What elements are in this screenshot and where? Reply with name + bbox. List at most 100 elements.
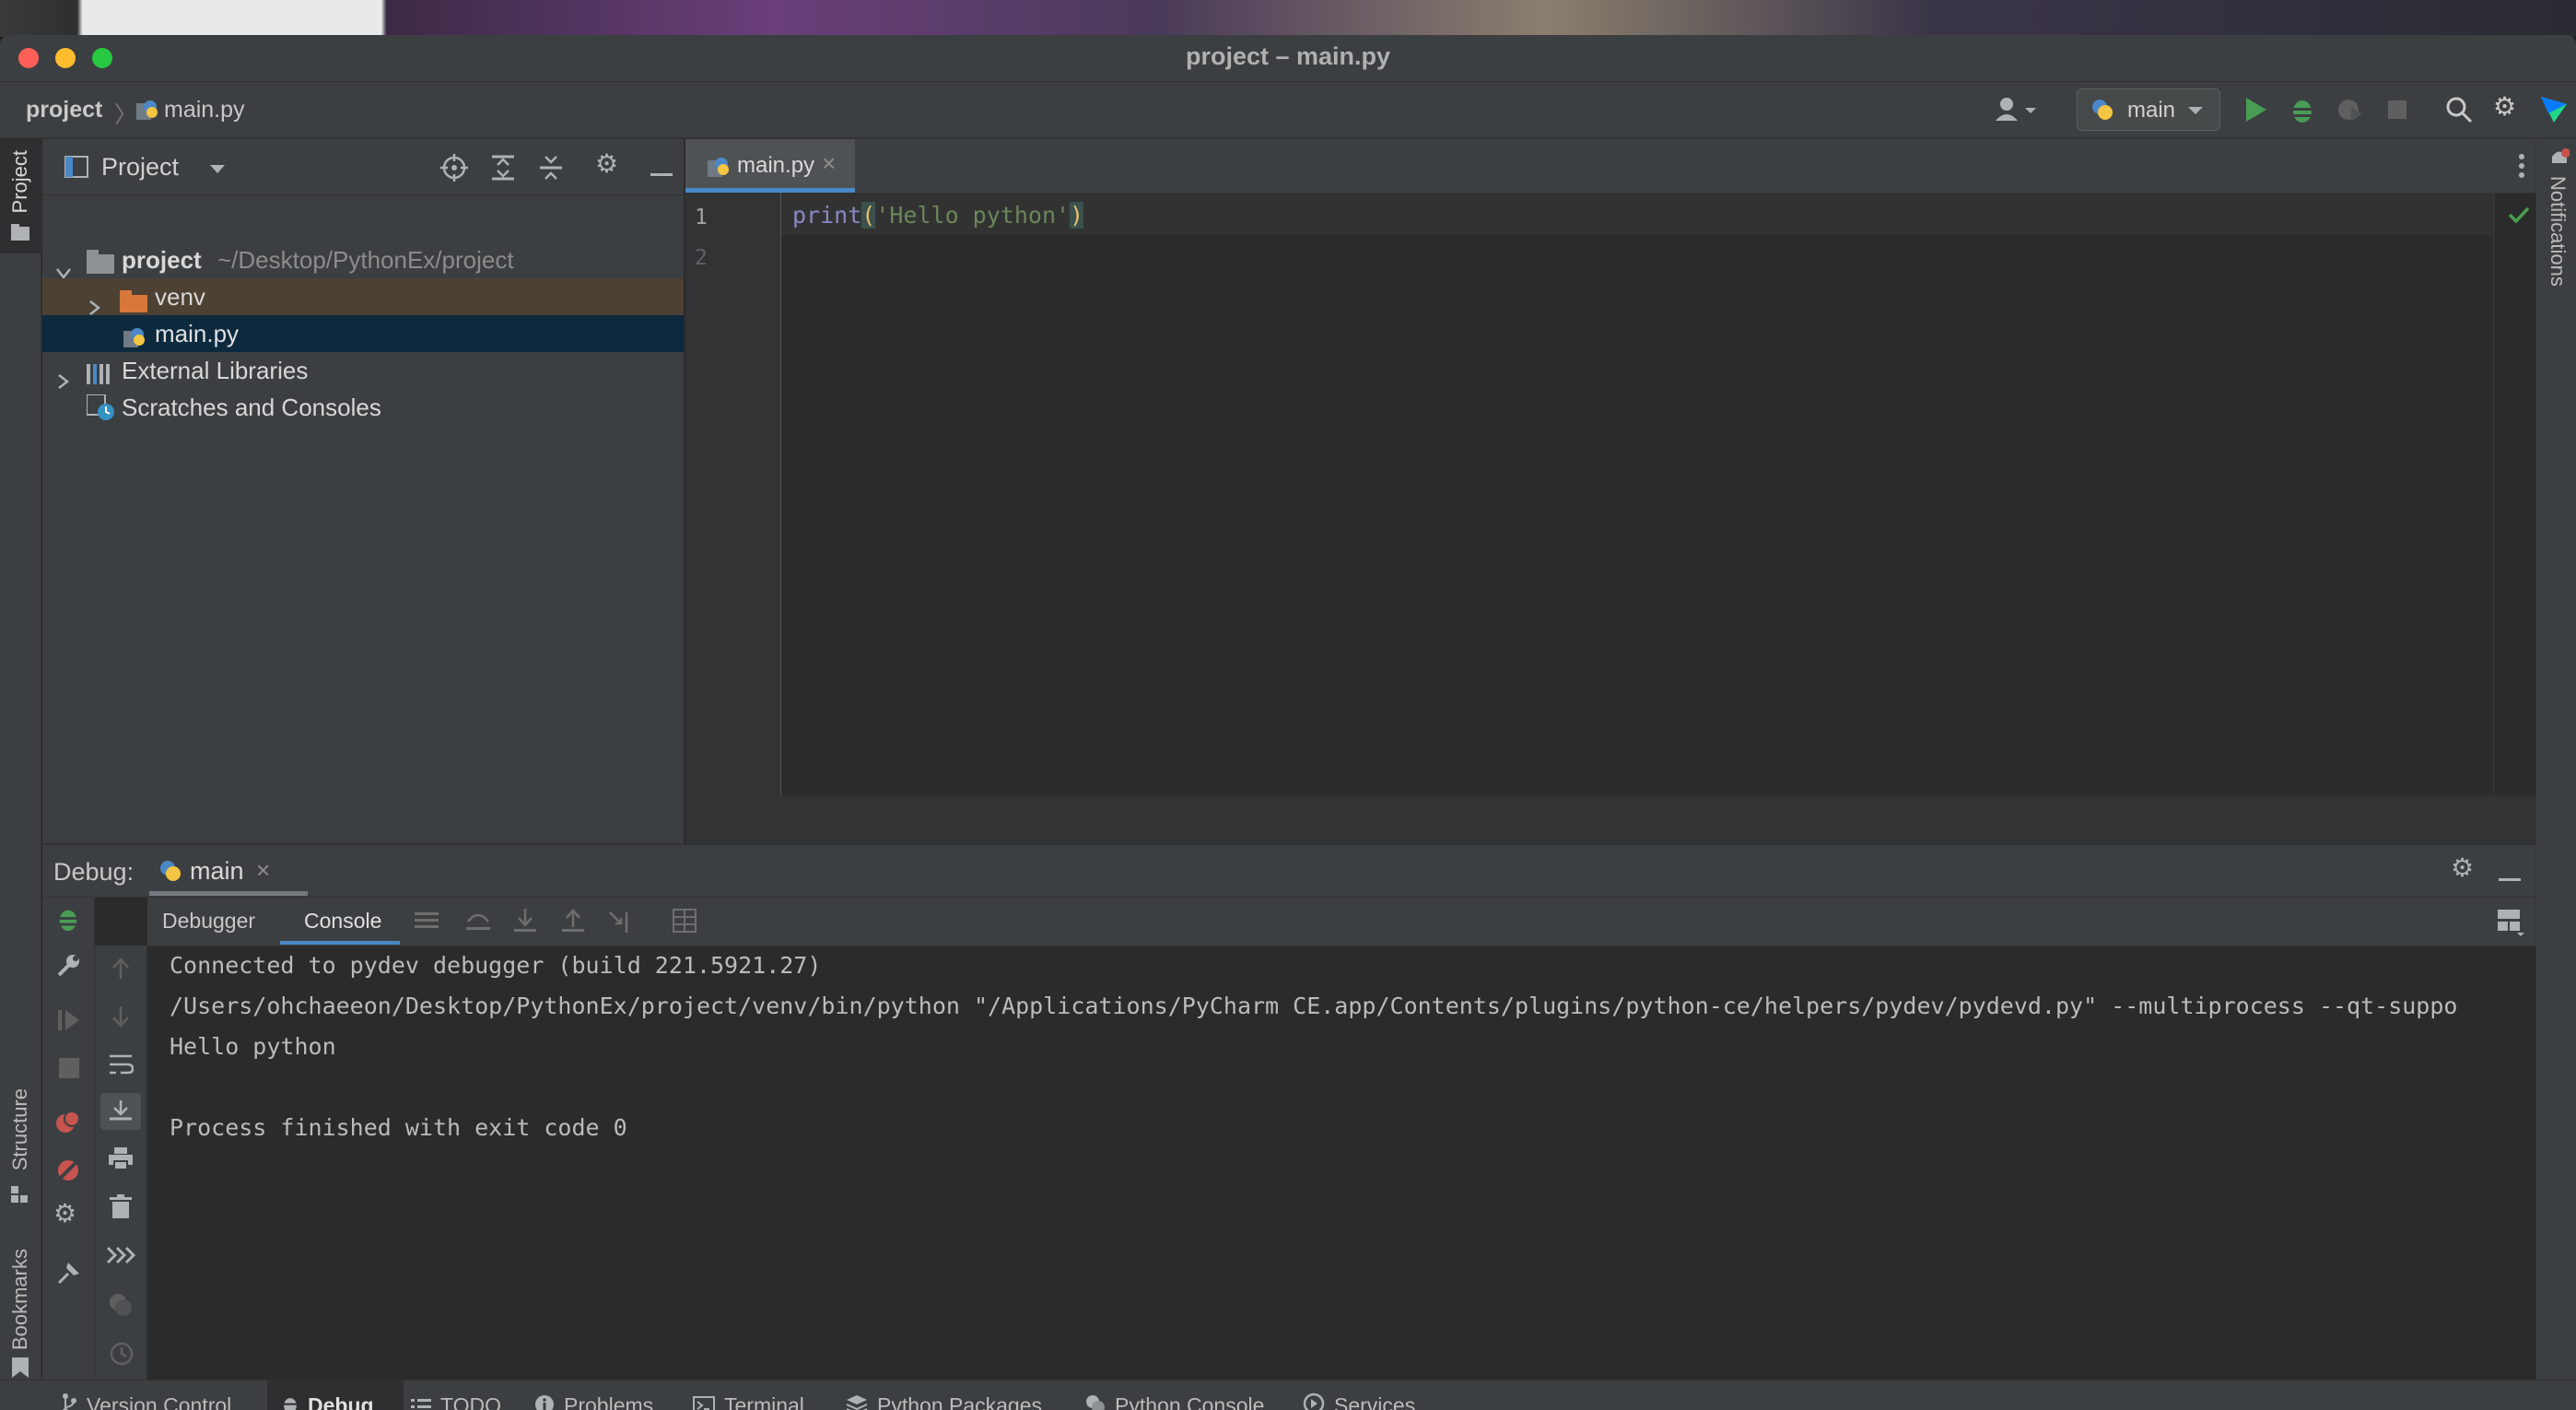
tree-item-project-root[interactable]: project ~/Desktop/PythonEx/project bbox=[42, 241, 684, 280]
list-icon bbox=[411, 1382, 431, 1410]
line-number-gutter: 1 2 bbox=[685, 193, 781, 795]
run-to-cursor-icon[interactable] bbox=[608, 909, 636, 939]
tab-console[interactable]: Console bbox=[280, 898, 400, 946]
python-console-icon[interactable] bbox=[108, 1292, 134, 1322]
debug-actions-column: ⚙ bbox=[42, 898, 95, 1381]
checkmark-icon[interactable] bbox=[2508, 206, 2530, 229]
gear-icon[interactable]: ⚙ bbox=[595, 148, 618, 179]
debug-bug-icon[interactable] bbox=[55, 905, 81, 937]
bookmark-icon bbox=[12, 1357, 29, 1382]
left-tool-stripe: Project Structure Bookmarks bbox=[0, 139, 41, 1380]
bottom-tab-label: Problems bbox=[564, 1393, 654, 1410]
notifications-tool-label: Notifications bbox=[2547, 176, 2570, 287]
step-over-icon[interactable] bbox=[464, 909, 492, 937]
evaluate-expression-icon[interactable] bbox=[673, 909, 697, 937]
debug-bug-icon[interactable] bbox=[2289, 95, 2316, 129]
code-line-1[interactable]: print('Hello python') bbox=[792, 202, 1084, 229]
right-margin-line bbox=[2493, 193, 2494, 795]
tab-debugger[interactable]: Debugger bbox=[162, 909, 255, 934]
console-output[interactable]: Connected to pydev debugger (build 221.5… bbox=[170, 946, 2528, 1379]
expand-all-icon[interactable] bbox=[490, 154, 516, 186]
scroll-to-end-button[interactable] bbox=[100, 1093, 141, 1130]
stop-icon[interactable] bbox=[2386, 99, 2408, 125]
collapse-all-icon[interactable] bbox=[538, 154, 564, 186]
tree-item-scratches[interactable]: Scratches and Consoles bbox=[42, 389, 684, 426]
soft-wrap-icon[interactable] bbox=[108, 1052, 135, 1081]
tree-item-main-py[interactable]: main.py bbox=[42, 315, 684, 352]
bottom-tab-terminal[interactable]: Terminal bbox=[693, 1381, 804, 1410]
bottom-tab-debug[interactable]: Debug bbox=[267, 1381, 404, 1410]
bottom-tab-services[interactable]: Services bbox=[1303, 1381, 1415, 1410]
project-tool-tab[interactable]: Project bbox=[0, 139, 41, 253]
scroll-to-end-icon bbox=[108, 1099, 134, 1129]
view-breakpoints-icon[interactable] bbox=[55, 1110, 81, 1140]
trash-icon[interactable] bbox=[110, 1194, 132, 1223]
breadcrumb-project[interactable]: project bbox=[26, 97, 102, 123]
debug-bug-icon bbox=[280, 1382, 300, 1410]
bottom-tab-label: Debug bbox=[308, 1393, 374, 1410]
mute-breakpoints-icon[interactable] bbox=[55, 1157, 81, 1188]
console-line: Hello python bbox=[170, 1033, 336, 1060]
close-icon[interactable]: × bbox=[256, 856, 270, 885]
chevron-down-icon[interactable] bbox=[208, 163, 227, 180]
wrench-icon[interactable] bbox=[55, 953, 81, 983]
window-title: project – main.py bbox=[1185, 42, 1391, 70]
arrow-down-icon[interactable] bbox=[110, 1005, 132, 1033]
bottom-tab-version-control[interactable]: Version Control bbox=[61, 1381, 231, 1410]
threads-list-icon[interactable] bbox=[415, 911, 439, 935]
structure-tool-tab[interactable]: Structure bbox=[0, 1088, 41, 1208]
step-into-icon[interactable] bbox=[512, 909, 538, 939]
tree-item-external-libraries[interactable]: External Libraries bbox=[42, 352, 684, 389]
console-line: /Users/ohchaeeon/Desktop/PythonEx/projec… bbox=[170, 993, 2458, 1019]
notifications-tool-tab[interactable]: Notifications bbox=[2536, 139, 2576, 323]
hide-panel-icon[interactable] bbox=[2499, 870, 2521, 887]
console-actions-column bbox=[95, 946, 147, 1381]
project-panel-header: Project ⚙ bbox=[42, 139, 684, 195]
run-config-dropdown[interactable]: main bbox=[2077, 88, 2220, 131]
jetbrains-logo-icon[interactable] bbox=[2539, 95, 2569, 129]
layout-settings-icon[interactable] bbox=[2497, 909, 2524, 941]
gear-icon[interactable]: ⚙ bbox=[53, 1198, 76, 1228]
run-icon[interactable] bbox=[2242, 96, 2268, 128]
bookmarks-tool-tab[interactable]: Bookmarks bbox=[0, 1249, 41, 1378]
tree-item-venv[interactable]: venv bbox=[42, 278, 684, 315]
tree-label-main-py: main.py bbox=[155, 320, 240, 347]
pin-icon[interactable] bbox=[55, 1261, 81, 1291]
bell-icon bbox=[2549, 148, 2570, 173]
user-icon[interactable] bbox=[1994, 95, 2042, 129]
close-icon[interactable]: × bbox=[822, 149, 836, 178]
bottom-tab-todo[interactable]: TODO bbox=[411, 1381, 501, 1410]
debug-session-tab[interactable]: main × bbox=[149, 845, 308, 897]
structure-icon bbox=[11, 1186, 29, 1209]
editor-area: main.py × 1 2 print('Hello python') bbox=[685, 139, 2535, 844]
gear-icon[interactable]: ⚙ bbox=[2493, 91, 2516, 122]
breadcrumb-file[interactable]: main.py bbox=[164, 97, 245, 123]
code-builtin-print: print bbox=[792, 202, 862, 229]
bottom-tab-label: Version Control bbox=[87, 1393, 232, 1410]
structure-tool-label: Structure bbox=[8, 1088, 31, 1171]
editor-tab-main-py[interactable]: main.py × bbox=[685, 139, 855, 193]
resume-icon[interactable] bbox=[57, 1008, 81, 1037]
arrow-up-icon[interactable] bbox=[110, 957, 132, 985]
services-icon bbox=[1303, 1382, 1325, 1410]
project-panel-title[interactable]: Project bbox=[101, 153, 179, 182]
bottom-tab-problems[interactable]: Problems bbox=[534, 1381, 653, 1410]
locate-file-icon[interactable] bbox=[440, 154, 468, 186]
editor-tab-label: main.py bbox=[737, 153, 815, 178]
hide-panel-icon[interactable] bbox=[650, 165, 673, 182]
branch-icon bbox=[61, 1382, 77, 1410]
clock-icon[interactable] bbox=[110, 1342, 134, 1370]
bottom-tab-python-console[interactable]: Python Console bbox=[1085, 1381, 1264, 1410]
step-out-icon[interactable] bbox=[560, 909, 586, 939]
fast-forward-icon[interactable] bbox=[106, 1244, 136, 1271]
search-icon[interactable] bbox=[2445, 96, 2473, 128]
profile-icon[interactable] bbox=[2336, 96, 2364, 128]
debug-panel-label: Debug: bbox=[53, 858, 135, 886]
gear-icon[interactable]: ⚙ bbox=[2451, 852, 2474, 883]
console-line: Process finished with exit code 0 bbox=[170, 1114, 627, 1141]
stop-icon[interactable] bbox=[59, 1058, 79, 1083]
bottom-tab-python-packages[interactable]: Python Packages bbox=[846, 1381, 1042, 1410]
tree-path-project: ~/Desktop/PythonEx/project bbox=[217, 246, 514, 274]
print-icon[interactable] bbox=[108, 1146, 134, 1175]
more-options-icon[interactable] bbox=[2519, 154, 2524, 182]
